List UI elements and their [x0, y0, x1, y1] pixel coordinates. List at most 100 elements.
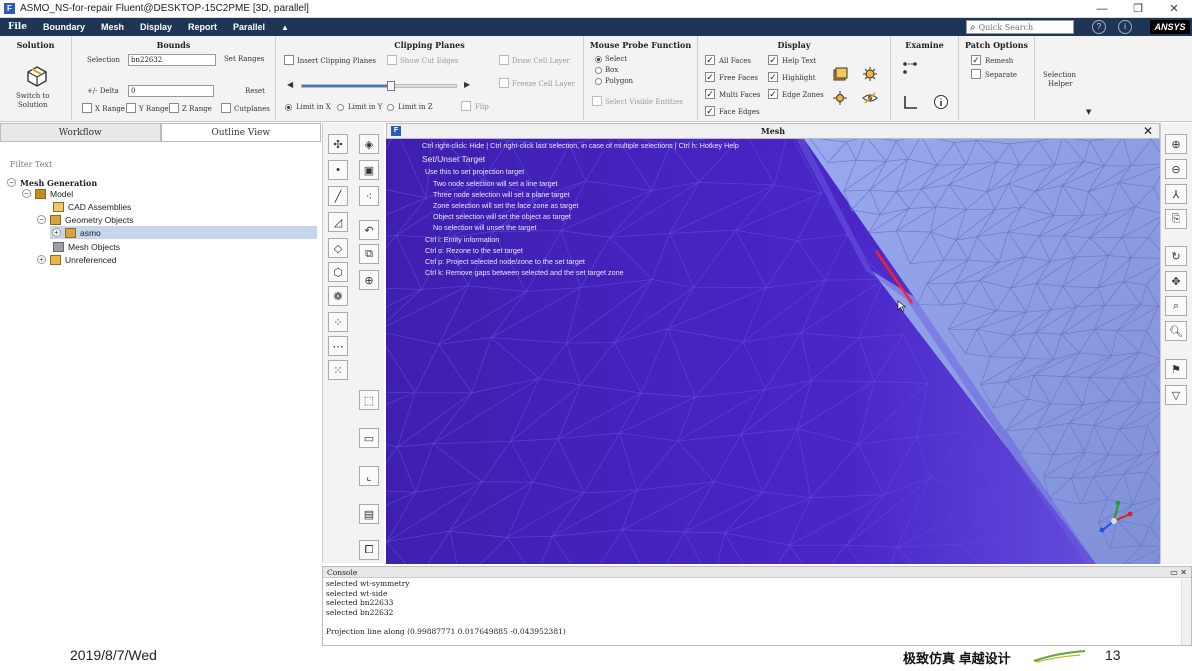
tab-outline-view[interactable]: Outline View: [160, 123, 321, 141]
console-output[interactable]: selected wt-symmetry selected wt-side sele…: [326, 579, 566, 637]
flip-checkbox[interactable]: [461, 101, 471, 111]
mesh-canvas[interactable]: Ctrl right-click: Hide | Ctrl right-clic…: [386, 139, 1160, 564]
display-faces-icon[interactable]: [830, 64, 850, 84]
angle-icon[interactable]: [900, 92, 920, 112]
cell-select-icon[interactable]: ⬡: [328, 262, 348, 282]
pan-icon[interactable]: ✥: [1165, 271, 1187, 291]
draw-cell-layer-checkbox[interactable]: [499, 55, 509, 65]
switch-to-solution-icon[interactable]: [25, 64, 49, 88]
menu-display[interactable]: Display: [140, 22, 172, 32]
node-distance-icon[interactable]: [900, 58, 920, 78]
z-range-checkbox[interactable]: [169, 103, 179, 113]
tab-workflow[interactable]: Workflow: [0, 123, 161, 141]
switch-to-solution-label-1[interactable]: Switch to: [16, 92, 50, 100]
free-faces-checkbox[interactable]: ✓: [705, 72, 715, 82]
axes-view-icon[interactable]: ⅄: [1165, 184, 1187, 204]
copy-icon[interactable]: ⧠: [359, 540, 379, 560]
limit-x-radio[interactable]: [285, 104, 292, 111]
zoom-out-icon[interactable]: ⊖: [1165, 159, 1187, 179]
x-range-checkbox[interactable]: [82, 103, 92, 113]
box-radio[interactable]: [595, 67, 602, 74]
close-window-button[interactable]: ✕: [1156, 0, 1192, 18]
menu-mesh[interactable]: Mesh: [101, 22, 124, 32]
zoom-fit-icon[interactable]: ⊕: [1165, 134, 1187, 154]
report-icon[interactable]: ▤: [359, 504, 379, 524]
zone-select-icon[interactable]: ◇: [328, 238, 348, 258]
pointer-mode-icon[interactable]: ✣: [328, 134, 348, 154]
expand-icon[interactable]: +: [52, 228, 61, 237]
face-select-icon[interactable]: ◿: [328, 212, 348, 232]
collapse-icon[interactable]: −: [7, 178, 16, 187]
tree-node-cad-assemblies[interactable]: CAD Assemblies: [53, 200, 131, 213]
tree-node-model[interactable]: − Model: [22, 187, 73, 200]
selection-helper-label-2[interactable]: Helper: [1048, 80, 1072, 88]
filter-view-icon[interactable]: ▽: [1165, 385, 1187, 405]
limit-z-radio[interactable]: [387, 104, 394, 111]
entity-info-icon[interactable]: [931, 92, 951, 112]
clipping-slider-thumb[interactable]: [387, 81, 396, 91]
edge-select-icon[interactable]: ╱: [328, 186, 348, 206]
info-icon[interactable]: i: [1118, 20, 1132, 34]
help-text-checkbox[interactable]: ✓: [768, 55, 778, 65]
filter-edges-icon[interactable]: ⋯: [328, 336, 348, 356]
limit-y-radio[interactable]: [337, 104, 344, 111]
minimize-button[interactable]: —: [1084, 0, 1120, 18]
maximize-button[interactable]: ❐: [1120, 0, 1156, 18]
save-picture-icon[interactable]: ⎘: [1165, 209, 1187, 229]
filter-all-icon[interactable]: ⁙: [328, 360, 348, 380]
display-settings-icon[interactable]: [860, 64, 880, 84]
set-ranges-button[interactable]: Set Ranges: [224, 55, 264, 63]
zoom-box-icon[interactable]: ⌕: [1165, 296, 1187, 316]
menu-boundary[interactable]: Boundary: [43, 22, 85, 32]
isometric-view-icon[interactable]: ⬚: [359, 390, 379, 410]
selection-field[interactable]: bn22632: [128, 54, 216, 66]
center-icon[interactable]: ⊕: [359, 270, 379, 290]
all-faces-checkbox[interactable]: ✓: [705, 55, 715, 65]
show-cut-edges-checkbox[interactable]: [387, 55, 397, 65]
selection-helper-label-1[interactable]: Selection: [1043, 71, 1076, 79]
lighting-icon[interactable]: [830, 88, 850, 108]
insert-clipping-planes-checkbox[interactable]: [284, 55, 294, 65]
reset-button[interactable]: Reset: [245, 87, 265, 95]
zoom-icon[interactable]: 🔍︎: [1165, 321, 1187, 341]
separate-checkbox[interactable]: [971, 69, 981, 79]
edge-zones-checkbox[interactable]: ✓: [768, 89, 778, 99]
collapse-icon[interactable]: −: [22, 189, 31, 198]
polygon-radio[interactable]: [595, 78, 602, 85]
undo-icon[interactable]: ↶: [359, 220, 379, 240]
delta-field[interactable]: 0: [128, 85, 214, 97]
console-window-controls[interactable]: ▭ ✕: [1170, 567, 1187, 578]
multi-faces-checkbox[interactable]: ✓: [705, 89, 715, 99]
switch-to-solution-label-2[interactable]: Solution: [18, 101, 48, 109]
face-edges-checkbox[interactable]: ✓: [705, 106, 715, 116]
cutplanes-checkbox[interactable]: [221, 103, 231, 113]
expand-icon[interactable]: +: [37, 255, 46, 264]
quick-search[interactable]: ⌕: [966, 20, 1074, 34]
console-scrollbar[interactable]: [1181, 579, 1191, 645]
ribbon-collapse-icon[interactable]: ▲: [281, 23, 289, 32]
select-radio[interactable]: [595, 56, 602, 63]
menu-report[interactable]: Report: [188, 22, 217, 32]
close-mesh-window-icon[interactable]: ✕: [1143, 124, 1153, 139]
axes-plot-icon[interactable]: ⌞: [359, 466, 379, 486]
selection-helper-dropdown-icon[interactable]: ▼: [1086, 108, 1091, 116]
multi-node-icon[interactable]: ⁖: [359, 186, 379, 206]
help-icon[interactable]: ?: [1092, 20, 1106, 34]
slider-left-arrow-icon[interactable]: ◀: [287, 80, 293, 89]
flag-icon[interactable]: ⚑: [1165, 359, 1187, 379]
clipping-slider-track[interactable]: [301, 81, 457, 91]
rotate-icon[interactable]: ↻: [1165, 246, 1187, 266]
object-select-icon[interactable]: ❁: [328, 286, 348, 306]
tree-node-geometry-objects[interactable]: − Geometry Objects: [37, 213, 134, 226]
menu-parallel[interactable]: Parallel: [233, 22, 265, 32]
zone-display-icon[interactable]: ◈: [359, 134, 379, 154]
highlight-checkbox[interactable]: ✓: [768, 72, 778, 82]
visibility-eye-icon[interactable]: [860, 88, 880, 108]
collapse-icon[interactable]: −: [37, 215, 46, 224]
merge-icon[interactable]: ⧉: [359, 244, 379, 264]
remesh-checkbox[interactable]: ✓: [971, 55, 981, 65]
tree-node-unreferenced[interactable]: + Unreferenced: [37, 253, 117, 266]
freeze-cell-layer-checkbox[interactable]: [499, 78, 509, 88]
quick-search-input[interactable]: [978, 22, 1065, 32]
y-range-checkbox[interactable]: [126, 103, 136, 113]
